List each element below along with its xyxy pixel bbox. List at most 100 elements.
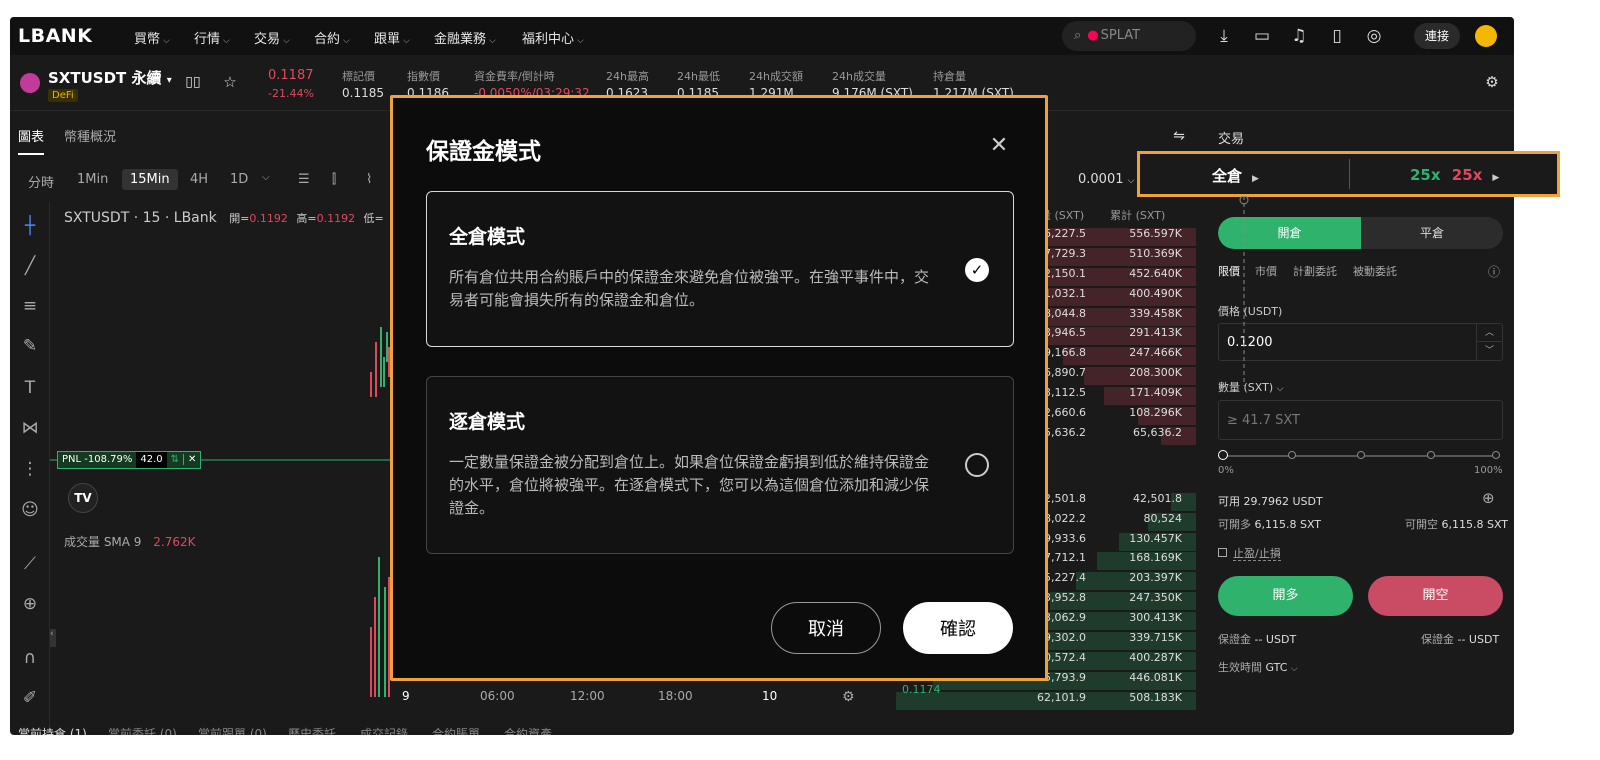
stat-label: 資金費率/倒計時 — [474, 70, 555, 83]
tab-futures-assets[interactable]: 合約資產 — [504, 725, 552, 735]
option-description: 一定數量保證金被分配到倉位上。如果倉位保證金虧損到低於維持保證金的水平，倉位將被… — [449, 453, 930, 517]
nav-finance[interactable]: 金融業務 ⌵ — [434, 28, 496, 47]
chart-legend: SXTUSDT · 15 · LBank 開=0.1192 高=0.1192 低… — [64, 210, 384, 226]
wallet-icon[interactable]: ▭ — [1251, 25, 1273, 47]
cumulative: 556.597K — [1129, 227, 1182, 240]
indicator-icon[interactable]: ☰ — [298, 172, 310, 187]
chevron-down-icon: ⌵ — [489, 36, 496, 46]
interval-15min[interactable]: 15Min — [122, 169, 178, 190]
tick-size-select[interactable]: 0.0001 ⌵ — [1078, 172, 1134, 187]
chevron-down-icon[interactable]: ⌵ — [262, 172, 270, 183]
chart-settings-icon[interactable]: ⌇ — [366, 172, 372, 187]
ruler-icon[interactable]: ⟋ — [18, 552, 42, 576]
price-change: -21.44% — [268, 87, 314, 100]
cumulative: 508.183K — [1129, 690, 1182, 704]
fib-icon[interactable]: ≡ — [18, 294, 42, 318]
nav-futures[interactable]: 合約 ⌵ — [314, 28, 350, 47]
magnet-icon[interactable]: ∩ — [18, 646, 42, 670]
open-short-button[interactable]: 開空 — [1368, 576, 1503, 616]
interval-1min[interactable]: 1Min — [77, 172, 108, 187]
cumulative: 446.081K — [1129, 670, 1182, 684]
notification-bell-icon[interactable]: ♫ — [1288, 25, 1310, 47]
text-icon[interactable]: T — [18, 376, 42, 400]
cumulative: 510.369K — [1129, 246, 1182, 260]
tab-open-orders[interactable]: 當前委託 (0) — [108, 725, 177, 735]
tab-chart[interactable]: 圖表 — [18, 126, 45, 155]
margin-short: 保證金 -- USDT — [1421, 633, 1500, 646]
collapse-toolbar-icon[interactable]: ‹ — [50, 629, 56, 647]
zoom-in-icon[interactable]: ⊕ — [18, 592, 42, 616]
candle-type-icon[interactable]: ⫿ — [332, 172, 336, 187]
checkmark-icon[interactable]: ✓ — [965, 258, 989, 282]
symbol-selector[interactable]: SXTUSDT 永續 ▾ — [48, 67, 172, 88]
interval-1d[interactable]: 1D — [230, 172, 248, 187]
star-icon[interactable]: ☆ — [219, 71, 241, 93]
add-funds-icon[interactable]: ⊕ — [1482, 489, 1495, 507]
leverage-select[interactable]: 25x 25x ▶ — [1410, 166, 1499, 184]
tab-order-history[interactable]: 歷史委託 — [288, 725, 336, 735]
trendline-icon[interactable]: ╱ — [18, 254, 42, 278]
interval-4h[interactable]: 4H — [190, 172, 208, 187]
nav-markets[interactable]: 行情 ⌵ — [194, 28, 230, 47]
tab-copy-orders[interactable]: 當前跟單 (0) — [198, 725, 267, 735]
tpsl-checkbox[interactable]: 止盈/止損 — [1218, 545, 1281, 561]
cumulative: 300.413K — [1129, 611, 1182, 625]
margin-mode-select[interactable]: 全倉 ▶ — [1212, 165, 1259, 186]
search-input[interactable]: ⌕ ● SPLAT — [1062, 21, 1196, 51]
book-icon[interactable]: ▯▯ — [182, 71, 204, 93]
close-icon[interactable]: ✕ — [989, 135, 1009, 157]
max-short: 可開空 6,115.8 SXT — [1405, 518, 1509, 531]
orders-icon[interactable]: ▯ — [1326, 25, 1348, 47]
cumulative: 247.350K — [1129, 591, 1182, 605]
stat-value: 0.1185 — [342, 86, 384, 100]
quantity-slider[interactable] — [1218, 450, 1500, 460]
isolated-margin-option[interactable]: 逐倉模式 一定數量保證金被分配到倉位上。如果倉位保證金虧損到低於維持保證金的水平… — [426, 376, 1014, 554]
interval-timeline[interactable]: 分時 — [28, 172, 54, 191]
avatar[interactable] — [1475, 25, 1497, 47]
brush-icon[interactable]: ✎ — [18, 334, 42, 358]
pnl-position-line[interactable]: PNL -108.79% 42.0 ⇅ ✕ — [57, 451, 202, 469]
close-icon[interactable]: ✕ — [183, 454, 201, 465]
price-stepper[interactable]: ︿ ﹀ — [1476, 324, 1502, 360]
download-icon[interactable]: ⤓ — [1213, 25, 1235, 47]
stat-label: 24h成交量 — [832, 70, 886, 83]
cumulative: 171.409K — [1129, 386, 1182, 400]
lock-drawing-icon[interactable]: ✐ — [18, 686, 42, 710]
slider-max-label: 100% — [1474, 465, 1503, 476]
help-icon[interactable]: ⓘ — [1488, 263, 1500, 280]
globe-icon[interactable]: ◎ — [1363, 25, 1385, 47]
cumulative: 339.458K — [1129, 306, 1182, 320]
nav-buy-crypto[interactable]: 買幣 ⌵ — [134, 28, 170, 47]
pattern-icon[interactable]: ⋈ — [18, 416, 42, 440]
nav-rewards[interactable]: 福利中心 ⌵ — [522, 28, 584, 47]
quantity-input[interactable] — [1218, 400, 1503, 440]
slider-handle[interactable] — [1218, 450, 1228, 460]
tab-trade-history[interactable]: 成交記錄 — [360, 725, 408, 735]
crosshair-icon[interactable]: ┼ — [18, 214, 42, 238]
nav-copy-trading[interactable]: 跟單 ⌵ — [374, 28, 410, 47]
open-long-button[interactable]: 開多 — [1218, 576, 1353, 616]
chart-settings-icon[interactable]: ⚙ — [842, 689, 855, 705]
quantity: 62,101.9 — [1037, 690, 1086, 704]
tab-positions[interactable]: 當前持倉 (1) — [18, 725, 87, 735]
emoji-icon[interactable]: ☺ — [18, 498, 42, 522]
guide-line — [1239, 196, 1249, 386]
connect-button[interactable]: 連接 — [1414, 23, 1460, 49]
nav-trade[interactable]: 交易 ⌵ — [254, 28, 290, 47]
time-in-force-select[interactable]: 生效時間 GTC ⌵ — [1218, 659, 1298, 675]
orderbook-settings-icon[interactable]: ⇋ — [1168, 125, 1190, 147]
tab-futures-bill[interactable]: 合約賬單 — [432, 725, 480, 735]
confirm-button[interactable]: 確認 — [903, 602, 1013, 654]
chevron-down-icon: ⌵ — [163, 36, 170, 46]
axis-tick: 12:00 — [570, 689, 605, 703]
cumulative: 108.296K — [1129, 406, 1182, 420]
lbank-logo[interactable]: LBANK — [18, 25, 92, 47]
chevron-down-icon: ⌵ — [283, 36, 290, 46]
cross-margin-option[interactable]: 全倉模式 所有倉位共用合約賬戶中的保證金來避免倉位被強平。在強平事件中，交易者可… — [426, 191, 1014, 347]
settings-icon[interactable]: ⚙ — [1481, 71, 1503, 93]
cancel-button[interactable]: 取消 — [771, 602, 881, 654]
measure-icon[interactable]: ⋮ — [18, 457, 42, 481]
radio-unchecked-icon[interactable] — [965, 453, 989, 477]
reverse-icon[interactable]: ⇅ — [167, 454, 183, 465]
tab-coin-overview[interactable]: 幣種概況 — [64, 126, 116, 145]
